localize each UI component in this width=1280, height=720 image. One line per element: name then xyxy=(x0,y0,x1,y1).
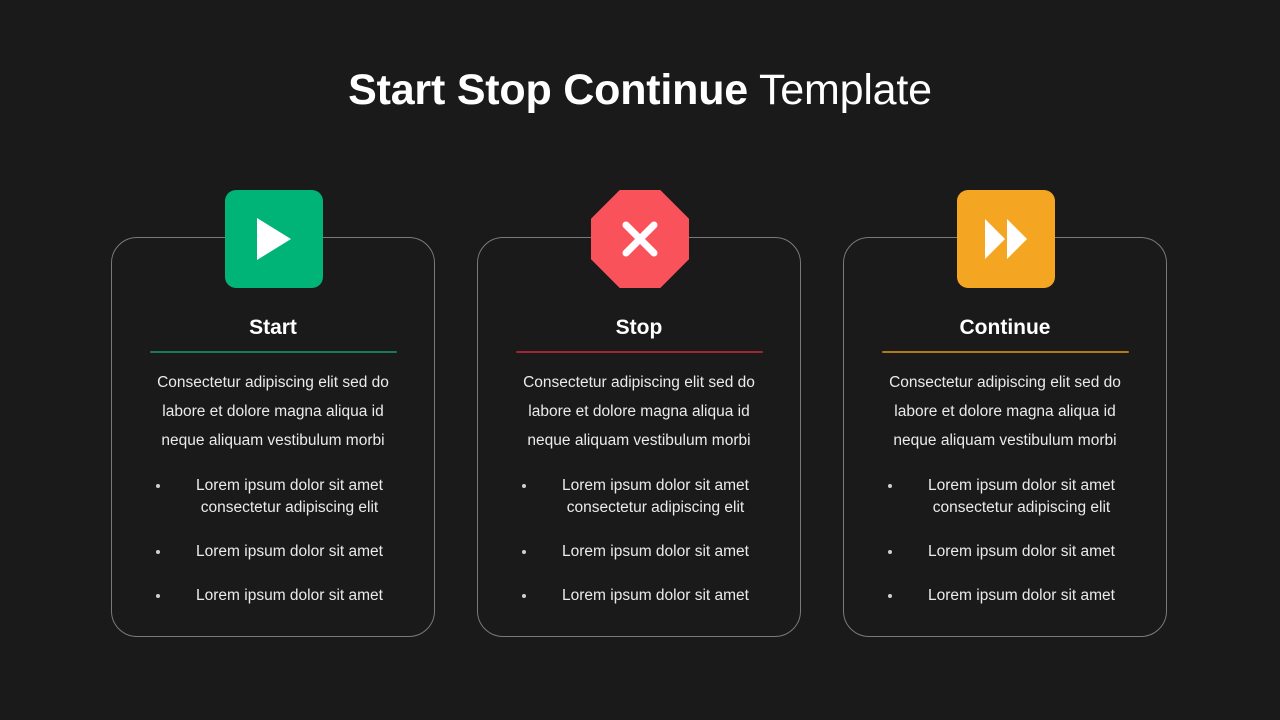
card-continue[interactable]: Continue Consectetur adipiscing elit sed… xyxy=(843,190,1169,640)
list-item: Lorem ipsum dolor sit amet xyxy=(495,541,783,563)
list-item: Lorem ipsum dolor sit amet consectetur a… xyxy=(861,475,1149,519)
cards-row: Start Consectetur adipiscing elit sed do… xyxy=(111,190,1169,640)
card-continue-description: Consectetur adipiscing elit sed do labor… xyxy=(889,374,1121,449)
list-item-label: Lorem ipsum dolor sit amet xyxy=(928,543,1115,560)
bullet-dot-icon xyxy=(522,594,526,598)
list-item-label: Lorem ipsum dolor sit amet consectetur a… xyxy=(562,477,749,516)
list-item: Lorem ipsum dolor sit amet xyxy=(129,541,417,563)
play-icon[interactable] xyxy=(225,190,323,288)
list-item: Lorem ipsum dolor sit amet consectetur a… xyxy=(495,475,783,519)
card-start-content: Start Consectetur adipiscing elit sed do… xyxy=(111,237,435,637)
list-item-label: Lorem ipsum dolor sit amet xyxy=(196,587,383,604)
card-continue-content: Continue Consectetur adipiscing elit sed… xyxy=(843,237,1167,637)
bullet-dot-icon xyxy=(888,594,892,598)
list-item: Lorem ipsum dolor sit amet xyxy=(861,541,1149,563)
card-continue-title: Continue xyxy=(959,316,1051,339)
bullet-dot-icon xyxy=(888,484,892,488)
bullet-dot-icon xyxy=(156,484,160,488)
card-stop-bullet-list: Lorem ipsum dolor sit amet consectetur a… xyxy=(495,475,783,607)
card-continue-bullet-list: Lorem ipsum dolor sit amet consectetur a… xyxy=(861,475,1149,607)
card-stop-description: Consectetur adipiscing elit sed do labor… xyxy=(523,374,755,449)
list-item: Lorem ipsum dolor sit amet consectetur a… xyxy=(129,475,417,519)
slide-canvas: Start Stop Continue Template Start Conse… xyxy=(0,0,1280,720)
page-title-bold: Start Stop Continue xyxy=(348,66,749,114)
page-title: Start Stop Continue Template xyxy=(0,62,1280,118)
list-item-label: Lorem ipsum dolor sit amet xyxy=(562,587,749,604)
bullet-dot-icon xyxy=(156,594,160,598)
page-title-light: Template xyxy=(748,66,932,114)
list-item-label: Lorem ipsum dolor sit amet xyxy=(196,543,383,560)
stop-x-icon[interactable] xyxy=(591,190,689,288)
list-item-label: Lorem ipsum dolor sit amet consectetur a… xyxy=(928,477,1115,516)
bullet-dot-icon xyxy=(522,550,526,554)
bullet-dot-icon xyxy=(156,550,160,554)
card-stop-content: Stop Consectetur adipiscing elit sed do … xyxy=(477,237,801,637)
list-item: Lorem ipsum dolor sit amet xyxy=(861,585,1149,607)
list-item-label: Lorem ipsum dolor sit amet consectetur a… xyxy=(196,477,383,516)
card-stop[interactable]: Stop Consectetur adipiscing elit sed do … xyxy=(477,190,803,640)
card-start-description: Consectetur adipiscing elit sed do labor… xyxy=(157,374,389,449)
play-triangle-glyph xyxy=(253,216,295,262)
card-continue-divider xyxy=(881,351,1129,353)
fast-forward-arrows-glyph xyxy=(982,217,1030,261)
close-x-glyph xyxy=(617,216,663,262)
list-item: Lorem ipsum dolor sit amet xyxy=(129,585,417,607)
card-start-divider xyxy=(149,351,397,353)
fast-forward-icon[interactable] xyxy=(957,190,1055,288)
card-stop-divider xyxy=(515,351,763,353)
list-item: Lorem ipsum dolor sit amet xyxy=(495,585,783,607)
card-start-title: Start xyxy=(249,316,297,339)
card-start-bullet-list: Lorem ipsum dolor sit amet consectetur a… xyxy=(129,475,417,607)
list-item-label: Lorem ipsum dolor sit amet xyxy=(928,587,1115,604)
bullet-dot-icon xyxy=(888,550,892,554)
card-start[interactable]: Start Consectetur adipiscing elit sed do… xyxy=(111,190,437,640)
list-item-label: Lorem ipsum dolor sit amet xyxy=(562,543,749,560)
bullet-dot-icon xyxy=(522,484,526,488)
card-stop-title: Stop xyxy=(615,316,663,339)
